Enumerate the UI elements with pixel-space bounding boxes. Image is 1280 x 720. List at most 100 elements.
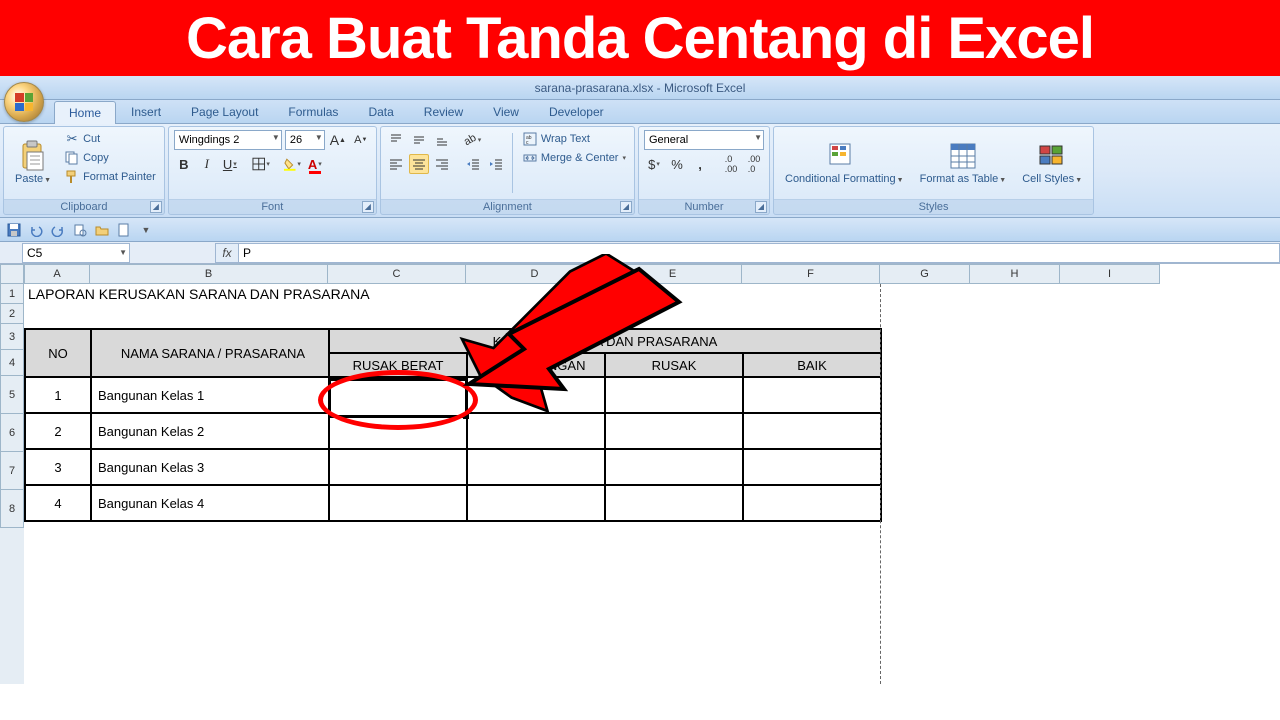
col-header-C[interactable]: C: [328, 264, 466, 284]
tab-review[interactable]: Review: [409, 100, 478, 123]
formula-bar[interactable]: P: [239, 243, 1280, 263]
cell-no[interactable]: 2: [25, 413, 91, 449]
align-bottom-button[interactable]: [432, 130, 452, 150]
underline-button[interactable]: U▾: [220, 154, 240, 174]
cell-cond[interactable]: [605, 485, 743, 521]
qat-print-preview-button[interactable]: [72, 222, 88, 238]
shrink-font-button[interactable]: A▼: [351, 130, 371, 150]
comma-button[interactable]: ,: [690, 154, 710, 174]
merge-center-button[interactable]: Merge & Center▾: [519, 149, 629, 167]
select-all-corner[interactable]: [0, 264, 24, 284]
cell-cond[interactable]: [743, 413, 881, 449]
col-header-G[interactable]: G: [880, 264, 970, 284]
cell-cond[interactable]: [605, 413, 743, 449]
decrease-indent-button[interactable]: [463, 154, 483, 174]
row-header-1[interactable]: 1: [0, 284, 24, 304]
row-header-2[interactable]: 2: [0, 304, 24, 324]
wrap-text-button[interactable]: abcWrap Text: [519, 130, 629, 148]
cell-no[interactable]: 4: [25, 485, 91, 521]
font-name-combo[interactable]: Wingdings 2▼: [174, 130, 282, 150]
col-header-D[interactable]: D: [466, 264, 604, 284]
bold-button[interactable]: B: [174, 154, 194, 174]
increase-indent-button[interactable]: [486, 154, 506, 174]
tab-view[interactable]: View: [478, 100, 534, 123]
format-painter-button[interactable]: Format Painter: [61, 168, 159, 186]
fx-button[interactable]: fx: [215, 243, 239, 263]
row-header-6[interactable]: 6: [0, 414, 24, 452]
font-size-combo[interactable]: 26▼: [285, 130, 325, 150]
qat-new-button[interactable]: [116, 222, 132, 238]
cell-nama[interactable]: Bangunan Kelas 1: [91, 377, 329, 413]
tab-home[interactable]: Home: [54, 101, 116, 124]
cell-cond[interactable]: [743, 377, 881, 413]
office-button[interactable]: [4, 82, 44, 122]
conditional-formatting-button[interactable]: Conditional Formatting▼: [779, 130, 910, 196]
cell-styles-button[interactable]: Cell Styles▼: [1016, 130, 1088, 196]
cell-cond[interactable]: [467, 485, 605, 521]
cell-cond[interactable]: [605, 449, 743, 485]
fill-color-button[interactable]: ▾: [282, 154, 302, 174]
cell-cond[interactable]: [467, 449, 605, 485]
alignment-dialog-launcher[interactable]: ◢: [620, 201, 632, 213]
col-header-E[interactable]: E: [604, 264, 742, 284]
qat-redo-button[interactable]: [50, 222, 66, 238]
paste-button[interactable]: Paste▼: [9, 130, 57, 196]
font-dialog-launcher[interactable]: ◢: [362, 201, 374, 213]
align-left-button[interactable]: [386, 154, 406, 174]
cut-button[interactable]: ✂Cut: [61, 130, 159, 148]
qat-open-button[interactable]: [94, 222, 110, 238]
copy-button[interactable]: Copy: [61, 149, 159, 167]
row-header-4[interactable]: 4: [0, 350, 24, 376]
accounting-format-button[interactable]: $▾: [644, 154, 664, 174]
col-header-I[interactable]: I: [1060, 264, 1160, 284]
cell-cond[interactable]: [329, 413, 467, 449]
qat-save-button[interactable]: [6, 222, 22, 238]
align-middle-button[interactable]: [409, 130, 429, 150]
align-right-button[interactable]: [432, 154, 452, 174]
col-header-A[interactable]: A: [24, 264, 90, 284]
cell-cond[interactable]: [329, 485, 467, 521]
font-color-button[interactable]: A▾: [305, 154, 325, 174]
number-format-combo[interactable]: General▼: [644, 130, 764, 150]
cell-no[interactable]: 3: [25, 449, 91, 485]
cell-no[interactable]: 1: [25, 377, 91, 413]
col-header-B[interactable]: B: [90, 264, 328, 284]
col-header-H[interactable]: H: [970, 264, 1060, 284]
cell-cond[interactable]: [743, 449, 881, 485]
cell-cond[interactable]: [467, 377, 605, 413]
row-header-3[interactable]: 3: [0, 324, 24, 350]
row-header-7[interactable]: 7: [0, 452, 24, 490]
cell-nama[interactable]: Bangunan Kelas 3: [91, 449, 329, 485]
tab-formulas[interactable]: Formulas: [273, 100, 353, 123]
cell-nama[interactable]: Bangunan Kelas 4: [91, 485, 329, 521]
tab-data[interactable]: Data: [353, 100, 408, 123]
clipboard-dialog-launcher[interactable]: ◢: [150, 201, 162, 213]
italic-button[interactable]: I: [197, 154, 217, 174]
tab-developer[interactable]: Developer: [534, 100, 619, 123]
number-dialog-launcher[interactable]: ◢: [755, 201, 767, 213]
cells-area[interactable]: LAPORAN KERUSAKAN SARANA DAN PRASARANA N…: [24, 284, 1280, 684]
qat-undo-button[interactable]: [28, 222, 44, 238]
grow-font-button[interactable]: A▲: [328, 130, 348, 150]
tab-insert[interactable]: Insert: [116, 100, 176, 123]
decrease-decimal-button[interactable]: .00.0: [744, 154, 764, 174]
cell-cond[interactable]: [467, 413, 605, 449]
border-button[interactable]: ▾: [251, 154, 271, 174]
col-header-F[interactable]: F: [742, 264, 880, 284]
name-box[interactable]: C5▼: [22, 243, 130, 263]
qat-customize-button[interactable]: ▼: [138, 222, 154, 238]
cell-cond[interactable]: [329, 449, 467, 485]
cell-cond[interactable]: [743, 485, 881, 521]
cell-nama[interactable]: Bangunan Kelas 2: [91, 413, 329, 449]
percent-button[interactable]: %: [667, 154, 687, 174]
increase-decimal-button[interactable]: .0.00: [721, 154, 741, 174]
orientation-button[interactable]: ab▾: [463, 130, 483, 150]
align-center-button[interactable]: [409, 154, 429, 174]
cell-cond[interactable]: ✓: [329, 377, 467, 413]
cell-cond[interactable]: [605, 377, 743, 413]
tab-page-layout[interactable]: Page Layout: [176, 100, 273, 123]
format-as-table-button[interactable]: Format as Table▼: [914, 130, 1013, 196]
row-header-8[interactable]: 8: [0, 490, 24, 528]
align-top-button[interactable]: [386, 130, 406, 150]
row-header-5[interactable]: 5: [0, 376, 24, 414]
